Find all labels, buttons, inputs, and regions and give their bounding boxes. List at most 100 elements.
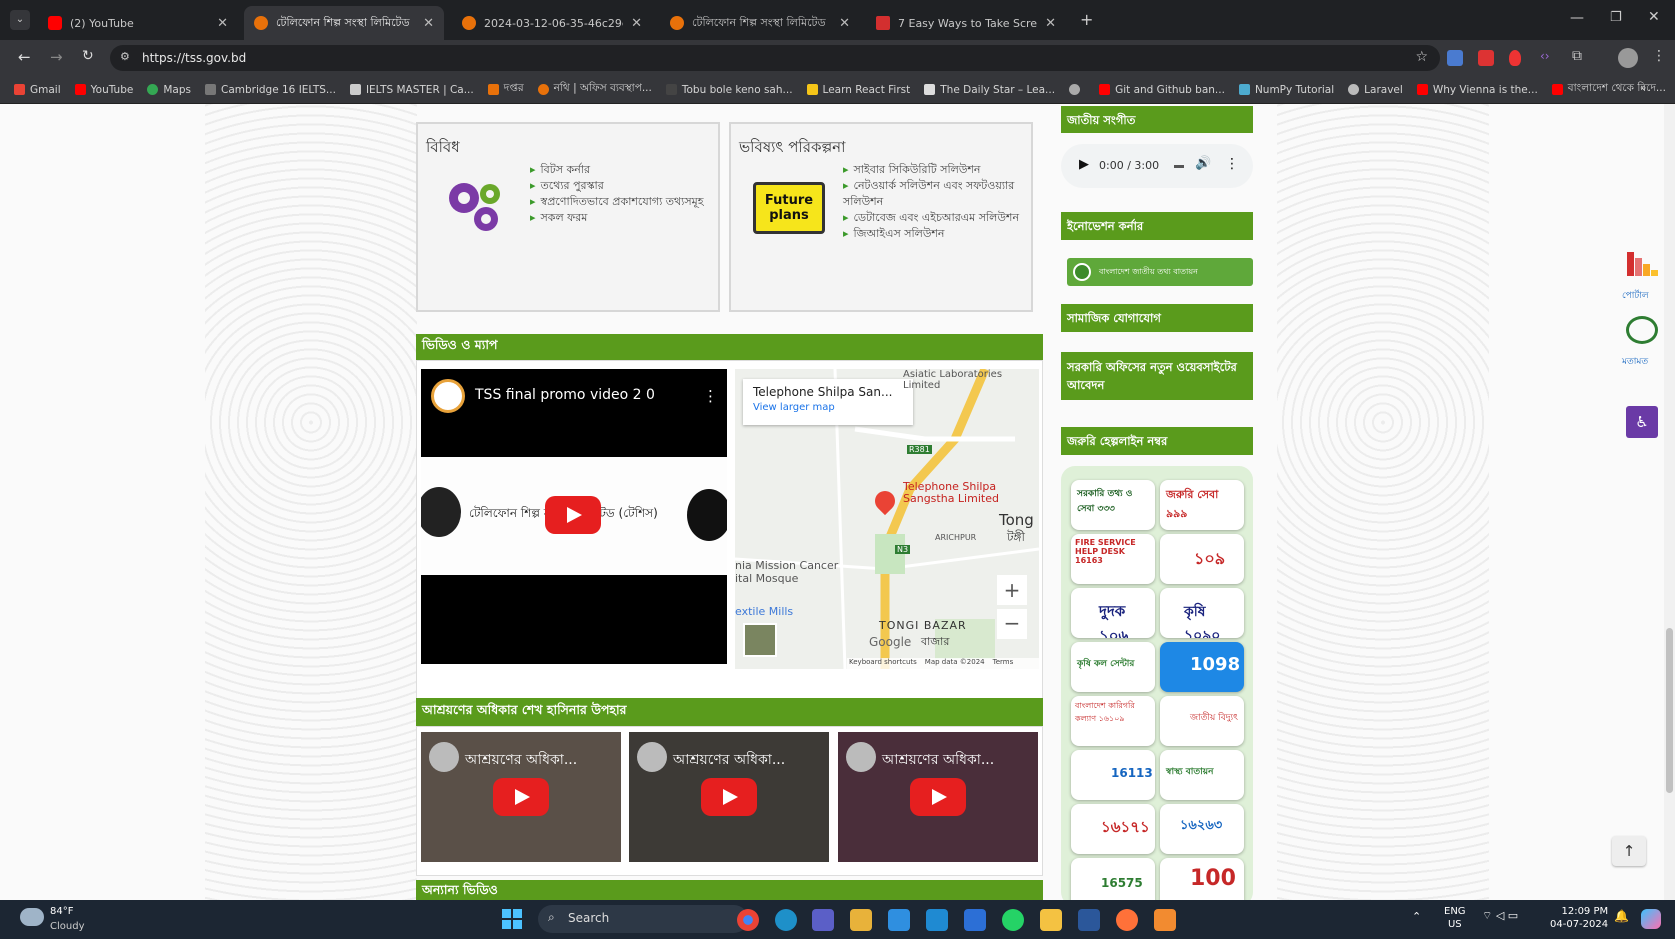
hotline-333[interactable]: সরকারি তথ্য ও সেবা ৩৩৩ [1071, 480, 1155, 530]
minimize-button[interactable]: — [1570, 10, 1584, 26]
reload-icon[interactable]: ↻ [82, 48, 94, 64]
bookmark-tobu[interactable]: Tobu bole keno sah... [665, 84, 793, 96]
back-to-top-button[interactable]: ↑ [1612, 836, 1646, 866]
start-windows-icon[interactable] [502, 909, 522, 929]
close-window-button[interactable]: ✕ [1648, 9, 1660, 25]
back-icon[interactable]: ← [18, 48, 31, 66]
zoom-in-button[interactable]: + [997, 575, 1027, 605]
future-plans-link[interactable]: নেটওয়ার্ক সলিউশন এবং সফটওয়্যার সলিউশন [843, 178, 1023, 210]
audio-progress[interactable] [1174, 165, 1184, 168]
chrome-taskbar-icon[interactable] [737, 909, 759, 931]
bookmark-maps[interactable]: Maps [147, 84, 191, 96]
terms-link[interactable]: Terms [993, 658, 1014, 669]
hotline-1090[interactable]: কৃষি ১০৯০ [1160, 588, 1244, 638]
hotline-health[interactable]: স্বাস্থ্য বাতায়ন [1160, 750, 1244, 800]
feedback-chat-icon[interactable] [1626, 316, 1658, 344]
weather-condition[interactable]: Cloudy [50, 921, 84, 932]
anthem-audio-player[interactable]: ▶ 0:00 / 3:00 🔊 ⋮ [1061, 144, 1253, 188]
tab-search-button[interactable]: ⌄ [10, 10, 30, 30]
bookmark-globe[interactable] [1069, 84, 1085, 95]
restore-button[interactable]: ❐ [1610, 10, 1622, 25]
file-explorer-taskbar-icon[interactable] [1040, 909, 1062, 931]
address-bar[interactable]: ⚙ https://tss.gov.bd ☆ [110, 45, 1440, 71]
hotline-16163[interactable]: FIRE SERVICE HELP DESK 16163 [1071, 534, 1155, 584]
language-indicator[interactable]: ENG US [1444, 905, 1466, 931]
ashrayan-video-2[interactable]: আশ্রয়ণের অধিকা... [629, 732, 829, 862]
close-tab-icon[interactable]: ✕ [839, 16, 850, 31]
extension-icon[interactable] [1447, 50, 1463, 66]
firefox-taskbar-icon[interactable] [1116, 909, 1138, 931]
todo-taskbar-icon[interactable] [964, 909, 986, 931]
tab-image[interactable]: 2024-03-12-06-35-46c29e03f3✕ [452, 6, 652, 40]
future-plans-link[interactable]: ডেটাবেজ এবং এইচআরএম সলিউশন [843, 210, 1023, 226]
app-orange-taskbar-icon[interactable] [1154, 909, 1176, 931]
innovation-banner[interactable]: বাংলাদেশ জাতীয় তথ্য বাতায়ন [1067, 258, 1253, 286]
hotline-16109[interactable]: বাংলাদেশ কারিগরি কল্যাণ ১৬১০৯ [1071, 696, 1155, 746]
bookmark-laravel[interactable]: Laravel [1348, 84, 1403, 96]
bookmark-vienna[interactable]: Why Vienna is the... [1416, 84, 1538, 96]
misc-link[interactable]: বিটস কর্নার [530, 162, 710, 178]
copilot-icon[interactable] [1641, 909, 1661, 929]
audio-play-icon[interactable]: ▶ [1079, 157, 1089, 172]
misc-link[interactable]: স্বপ্রণোদিতভাবে প্রকাশযোগ্য তথ্যসমূহ [530, 194, 710, 210]
extension-icon[interactable] [1509, 50, 1521, 66]
app-taskbar-icon[interactable] [850, 909, 872, 931]
feedback-label[interactable]: মতামত [1622, 354, 1648, 369]
menu-icon[interactable]: ⋮ [1652, 48, 1666, 64]
portal-chart-icon[interactable] [1627, 250, 1659, 276]
tab-youtube[interactable]: (2) YouTube ✕ [38, 6, 238, 40]
close-tab-icon[interactable]: ✕ [423, 16, 434, 31]
bookmarks-overflow-icon[interactable]: » [1640, 82, 1646, 94]
zoom-out-button[interactable]: − [997, 609, 1027, 639]
bookmark-numpy[interactable]: NumPy Tutorial [1238, 84, 1334, 96]
hotline-agri-call-center[interactable]: কৃষি কল সেন্টার [1071, 642, 1155, 692]
video-more-icon[interactable]: ⋮ [703, 387, 718, 405]
profile-avatar[interactable] [1618, 48, 1638, 68]
tab-screenshot[interactable]: 7 Easy Ways to Take Screensho✕ [866, 6, 1066, 40]
hotline-1098[interactable]: 1098 [1160, 642, 1244, 692]
bookmark-git[interactable]: Git and Github ban... [1099, 84, 1225, 96]
new-tab-button[interactable]: + [1080, 10, 1093, 29]
play-button[interactable] [493, 778, 549, 816]
bookmark-bangladesh[interactable]: বাংলাদেশ থেকে বিদে... [1551, 81, 1666, 98]
portal-label[interactable]: পোর্টাল [1622, 288, 1649, 303]
hotline-16575[interactable]: 16575 [1071, 858, 1155, 900]
misc-link[interactable]: তথ্যের পুরস্কার [530, 178, 710, 194]
forward-icon[interactable]: → [50, 48, 63, 66]
future-plans-link[interactable]: জিআইএস সলিউশন [843, 226, 1023, 242]
hotline-16113[interactable]: 16113 [1071, 750, 1155, 800]
bookmark-nothi[interactable]: নথি | অফিস ব্যবস্থাপ... [537, 81, 652, 98]
bookmark-youtube[interactable]: YouTube [74, 84, 133, 96]
bookmark-ielts[interactable]: IELTS MASTER | Ca... [349, 84, 474, 96]
scrollbar-thumb[interactable] [1666, 628, 1673, 793]
extensions-puzzle-icon[interactable]: ⧉ [1572, 48, 1582, 64]
hotline-100[interactable]: 100 [1160, 858, 1244, 900]
bookmark-react[interactable]: Learn React First [806, 84, 910, 96]
close-tab-icon[interactable]: ✕ [217, 16, 228, 31]
bookmark-star-icon[interactable]: ☆ [1415, 49, 1428, 65]
whatsapp-taskbar-icon[interactable] [1002, 909, 1024, 931]
tab-tss-active[interactable]: টেলিফোন শিল্প সংস্থা লিমিটেড ✕ [244, 6, 444, 40]
close-tab-icon[interactable]: ✕ [631, 16, 642, 31]
hotline-electricity[interactable]: জাতীয় বিদ্যুৎ [1160, 696, 1244, 746]
ashrayan-video-3[interactable]: আশ্রয়ণের অধিকা... [838, 732, 1038, 862]
store-taskbar-icon[interactable] [888, 909, 910, 931]
taskbar-search[interactable]: ⌕ Search [538, 905, 748, 933]
weather-temp[interactable]: 84°F [50, 906, 73, 917]
bookmark-gmail[interactable]: Gmail [14, 84, 61, 96]
tray-chevron-icon[interactable]: ⌃ [1412, 910, 1421, 923]
audio-more-icon[interactable]: ⋮ [1225, 156, 1239, 172]
promo-video-player[interactable]: TSS final promo video 2 0 ⋮ টেলিফোন শিল্… [421, 369, 727, 664]
hotline-106[interactable]: দুদক ১০৬ [1071, 588, 1155, 638]
bookmark-doptor[interactable]: দপ্তর [487, 81, 524, 98]
clock[interactable]: 12:09 PM 04-07-2024 [1550, 905, 1608, 931]
view-larger-map-link[interactable]: View larger map [753, 402, 903, 413]
site-info-icon[interactable]: ⚙ [120, 50, 130, 63]
play-button[interactable] [545, 496, 601, 534]
extension-icon[interactable] [1478, 50, 1494, 66]
volume-icon[interactable]: 🔊 [1195, 156, 1211, 171]
misc-link[interactable]: সকল ফরম [530, 210, 710, 226]
hotline-109[interactable]: ১০৯ [1160, 534, 1244, 584]
map-satellite-thumb[interactable] [743, 623, 777, 657]
keyboard-shortcuts-link[interactable]: Keyboard shortcuts [849, 658, 917, 669]
